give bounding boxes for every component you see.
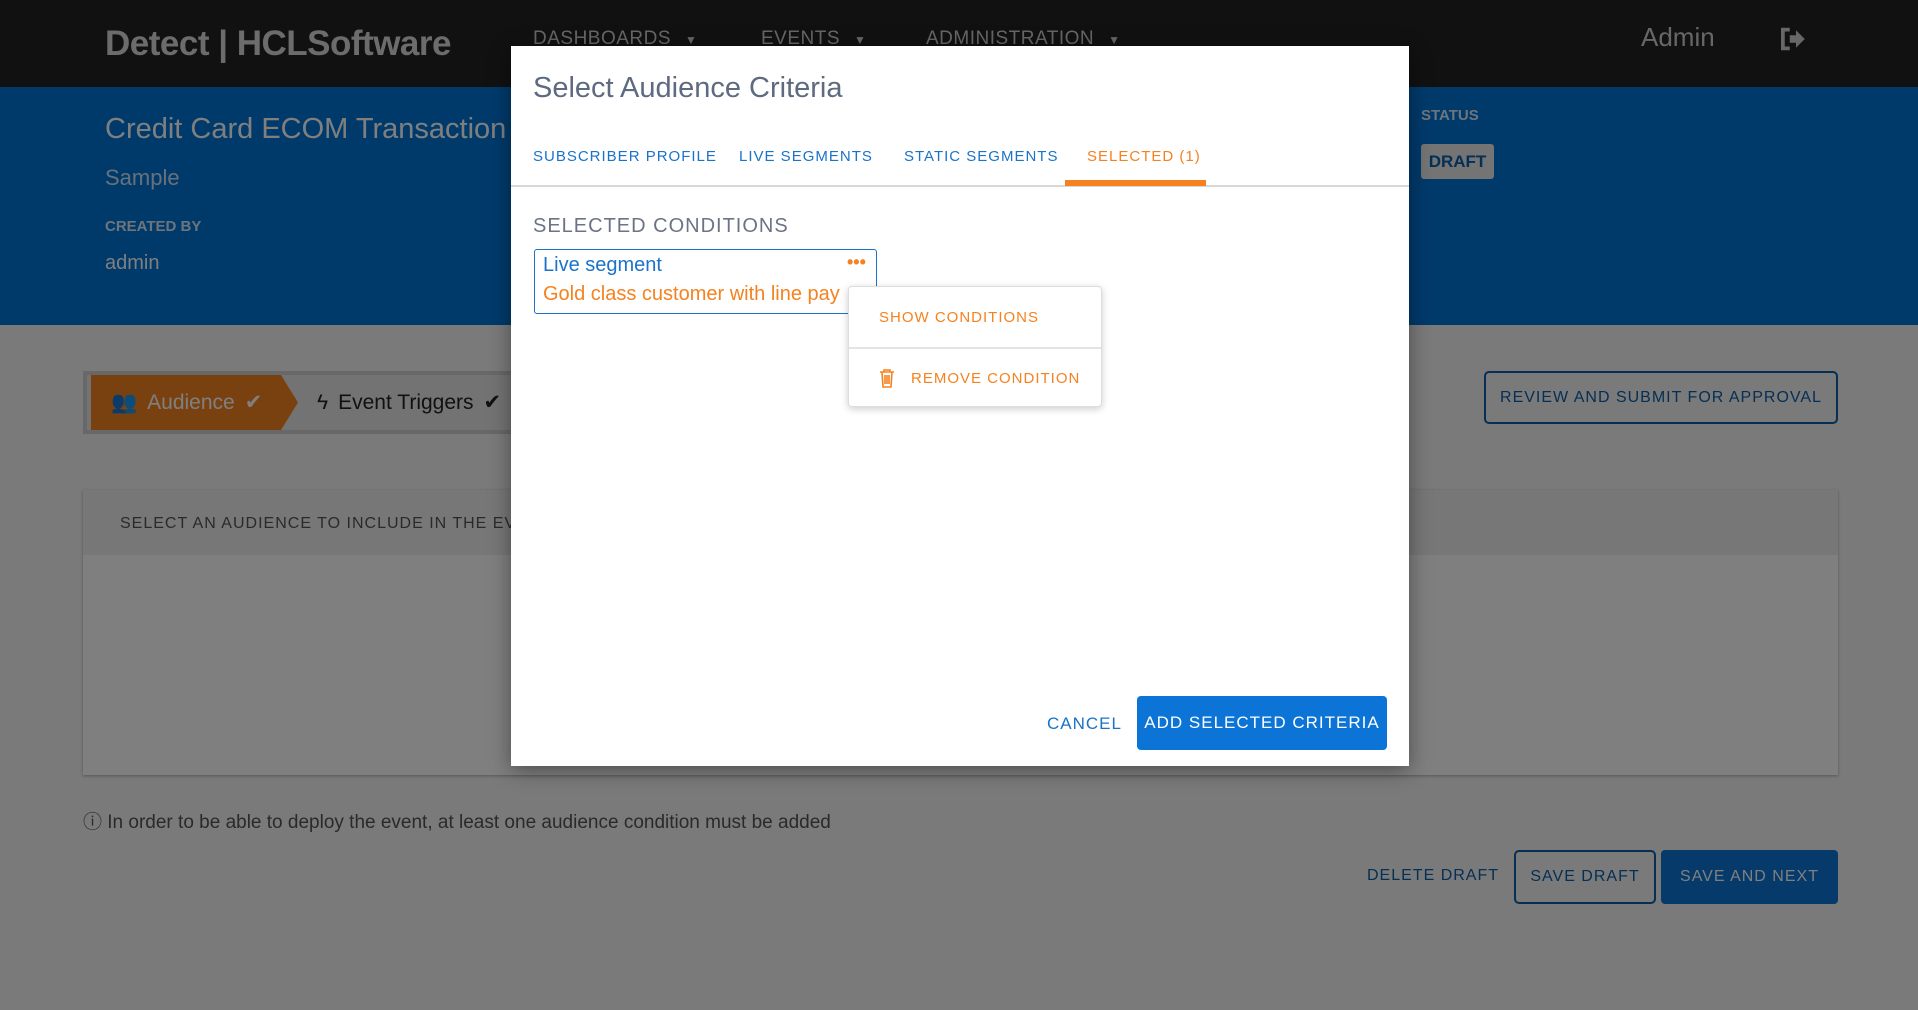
trash-icon — [880, 368, 894, 388]
tab-static-segments[interactable]: STATIC SEGMENTS — [904, 148, 1058, 165]
menu-label: REMOVE CONDITION — [911, 369, 1081, 387]
menu-label: SHOW CONDITIONS — [879, 308, 1039, 326]
active-tab-indicator — [1065, 180, 1206, 186]
add-selected-criteria-button[interactable]: ADD SELECTED CRITERIA — [1137, 696, 1387, 750]
tab-subscriber-profile[interactable]: SUBSCRIBER PROFILE — [533, 148, 717, 165]
menu-show-conditions[interactable]: SHOW CONDITIONS — [849, 287, 1101, 347]
condition-card: Live segment Gold class customer with li… — [534, 249, 877, 314]
cancel-button[interactable]: CANCEL — [1047, 714, 1122, 734]
section-heading: SELECTED CONDITIONS — [533, 215, 789, 237]
modal-title: Select Audience Criteria — [533, 72, 843, 104]
tab-live-segments[interactable]: LIVE SEGMENTS — [739, 148, 873, 165]
condition-name: Gold class customer with line pay — [543, 283, 840, 305]
tab-divider — [511, 185, 1409, 187]
condition-menu: SHOW CONDITIONS REMOVE CONDITION — [848, 286, 1102, 407]
more-options-icon[interactable]: ••• — [847, 252, 866, 273]
select-audience-modal: Select Audience Criteria SUBSCRIBER PROF… — [511, 46, 1409, 766]
condition-type: Live segment — [543, 254, 662, 276]
menu-remove-condition[interactable]: REMOVE CONDITION — [849, 349, 1101, 407]
tab-selected[interactable]: SELECTED (1) — [1087, 148, 1201, 165]
